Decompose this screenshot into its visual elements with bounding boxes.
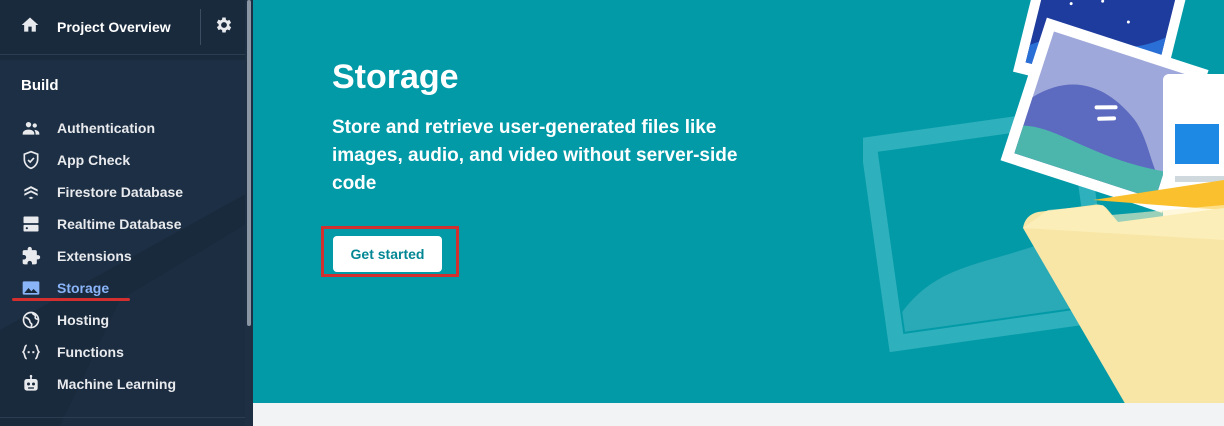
sidebar-divider: [0, 417, 245, 418]
sidebar-item-label: Realtime Database: [57, 216, 182, 232]
storage-annotation-underline: [12, 298, 130, 301]
sidebar-item-label: Functions: [57, 344, 124, 360]
project-overview-label: Project Overview: [57, 19, 171, 35]
robot-icon: [21, 374, 41, 394]
sidebar-item-label: Hosting: [57, 312, 110, 328]
sidebar-item-hosting[interactable]: Hosting: [0, 304, 245, 336]
sidebar-item-label: Firestore Database: [57, 184, 184, 200]
sidebar-item-firestore-database[interactable]: Firestore Database: [0, 176, 245, 208]
functions-icon: [21, 342, 41, 362]
firestore-icon: [21, 182, 41, 202]
sidebar-item-functions[interactable]: Functions: [0, 336, 245, 368]
puzzle-icon: [21, 246, 41, 266]
gear-icon: [214, 15, 234, 40]
globe-icon: [21, 310, 41, 330]
sidebar-header: Project Overview: [0, 0, 245, 55]
sidebar-item-label: Machine Learning: [57, 376, 177, 392]
storage-illustration: [863, 0, 1224, 403]
sidebar-item-label: Storage: [57, 280, 110, 296]
hero-description: Store and retrieve user-generated files …: [332, 117, 738, 194]
sidebar-item-machine-learning[interactable]: Machine Learning: [0, 368, 245, 400]
storage-hero: Storage Store and retrieve user-generate…: [253, 0, 1224, 403]
sidebar-item-authentication[interactable]: Authentication: [0, 112, 245, 144]
content-area: [253, 403, 1224, 426]
image-icon: [21, 278, 41, 298]
sidebar-item-extensions[interactable]: Extensions: [0, 240, 245, 272]
build-section-title: Build: [21, 77, 59, 94]
sidebar-item-label: Authentication: [57, 120, 155, 136]
shield-check-icon: [21, 150, 41, 170]
get-started-annotation-box: [321, 226, 459, 277]
sidebar-item-realtime-database[interactable]: Realtime Database: [0, 208, 245, 240]
sidebar-item-label: App Check: [57, 152, 131, 168]
sidebar-scrollbar-thumb[interactable]: [247, 0, 251, 326]
settings-button[interactable]: [200, 9, 246, 45]
build-nav: Authentication App Check Firestore Datab…: [0, 112, 245, 400]
sidebar-scrollbar[interactable]: [245, 0, 253, 426]
sidebar-item-app-check[interactable]: App Check: [0, 144, 245, 176]
project-overview-button[interactable]: Project Overview: [0, 0, 200, 54]
people-icon: [21, 118, 41, 138]
sidebar: Project Overview Build Authentication Ap…: [0, 0, 253, 426]
database-icon: [21, 214, 41, 234]
home-icon: [20, 15, 40, 40]
page-title: Storage: [332, 58, 459, 96]
sidebar-item-label: Extensions: [57, 248, 132, 264]
